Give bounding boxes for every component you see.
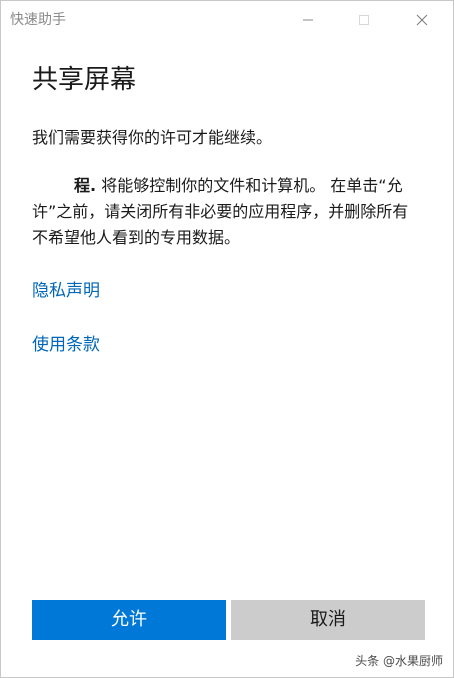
cancel-button[interactable]: 取消 — [231, 600, 425, 640]
privacy-statement-link[interactable]: 隐私声明 — [32, 279, 100, 303]
close-button[interactable] — [399, 1, 445, 39]
minimize-icon — [303, 19, 313, 21]
window-title: 快速助手 — [10, 12, 66, 28]
app-name: 程. — [74, 176, 97, 195]
close-icon — [416, 14, 428, 26]
description-paragraph: 程. 将能够控制你的文件和计算机。 在单击“允许”之前，请关闭所有非必要的应用程… — [32, 173, 424, 251]
minimize-button[interactable] — [285, 1, 331, 39]
watermark: 头条 @水果厨师 — [355, 654, 443, 668]
allow-button[interactable]: 允许 — [32, 600, 226, 640]
title-bar[interactable]: 快速助手 — [1, 1, 453, 39]
maximize-icon — [359, 15, 369, 25]
page-title: 共享屏幕 — [32, 65, 137, 95]
permission-text: 我们需要获得你的许可才能继续。 — [32, 128, 273, 147]
terms-of-use-link[interactable]: 使用条款 — [32, 333, 100, 357]
quick-assist-window: 快速助手 共享屏幕 我们需要获得你的许可才能继续。 程. 将能够控制你的文件和计… — [0, 0, 454, 678]
maximize-button — [341, 1, 387, 39]
